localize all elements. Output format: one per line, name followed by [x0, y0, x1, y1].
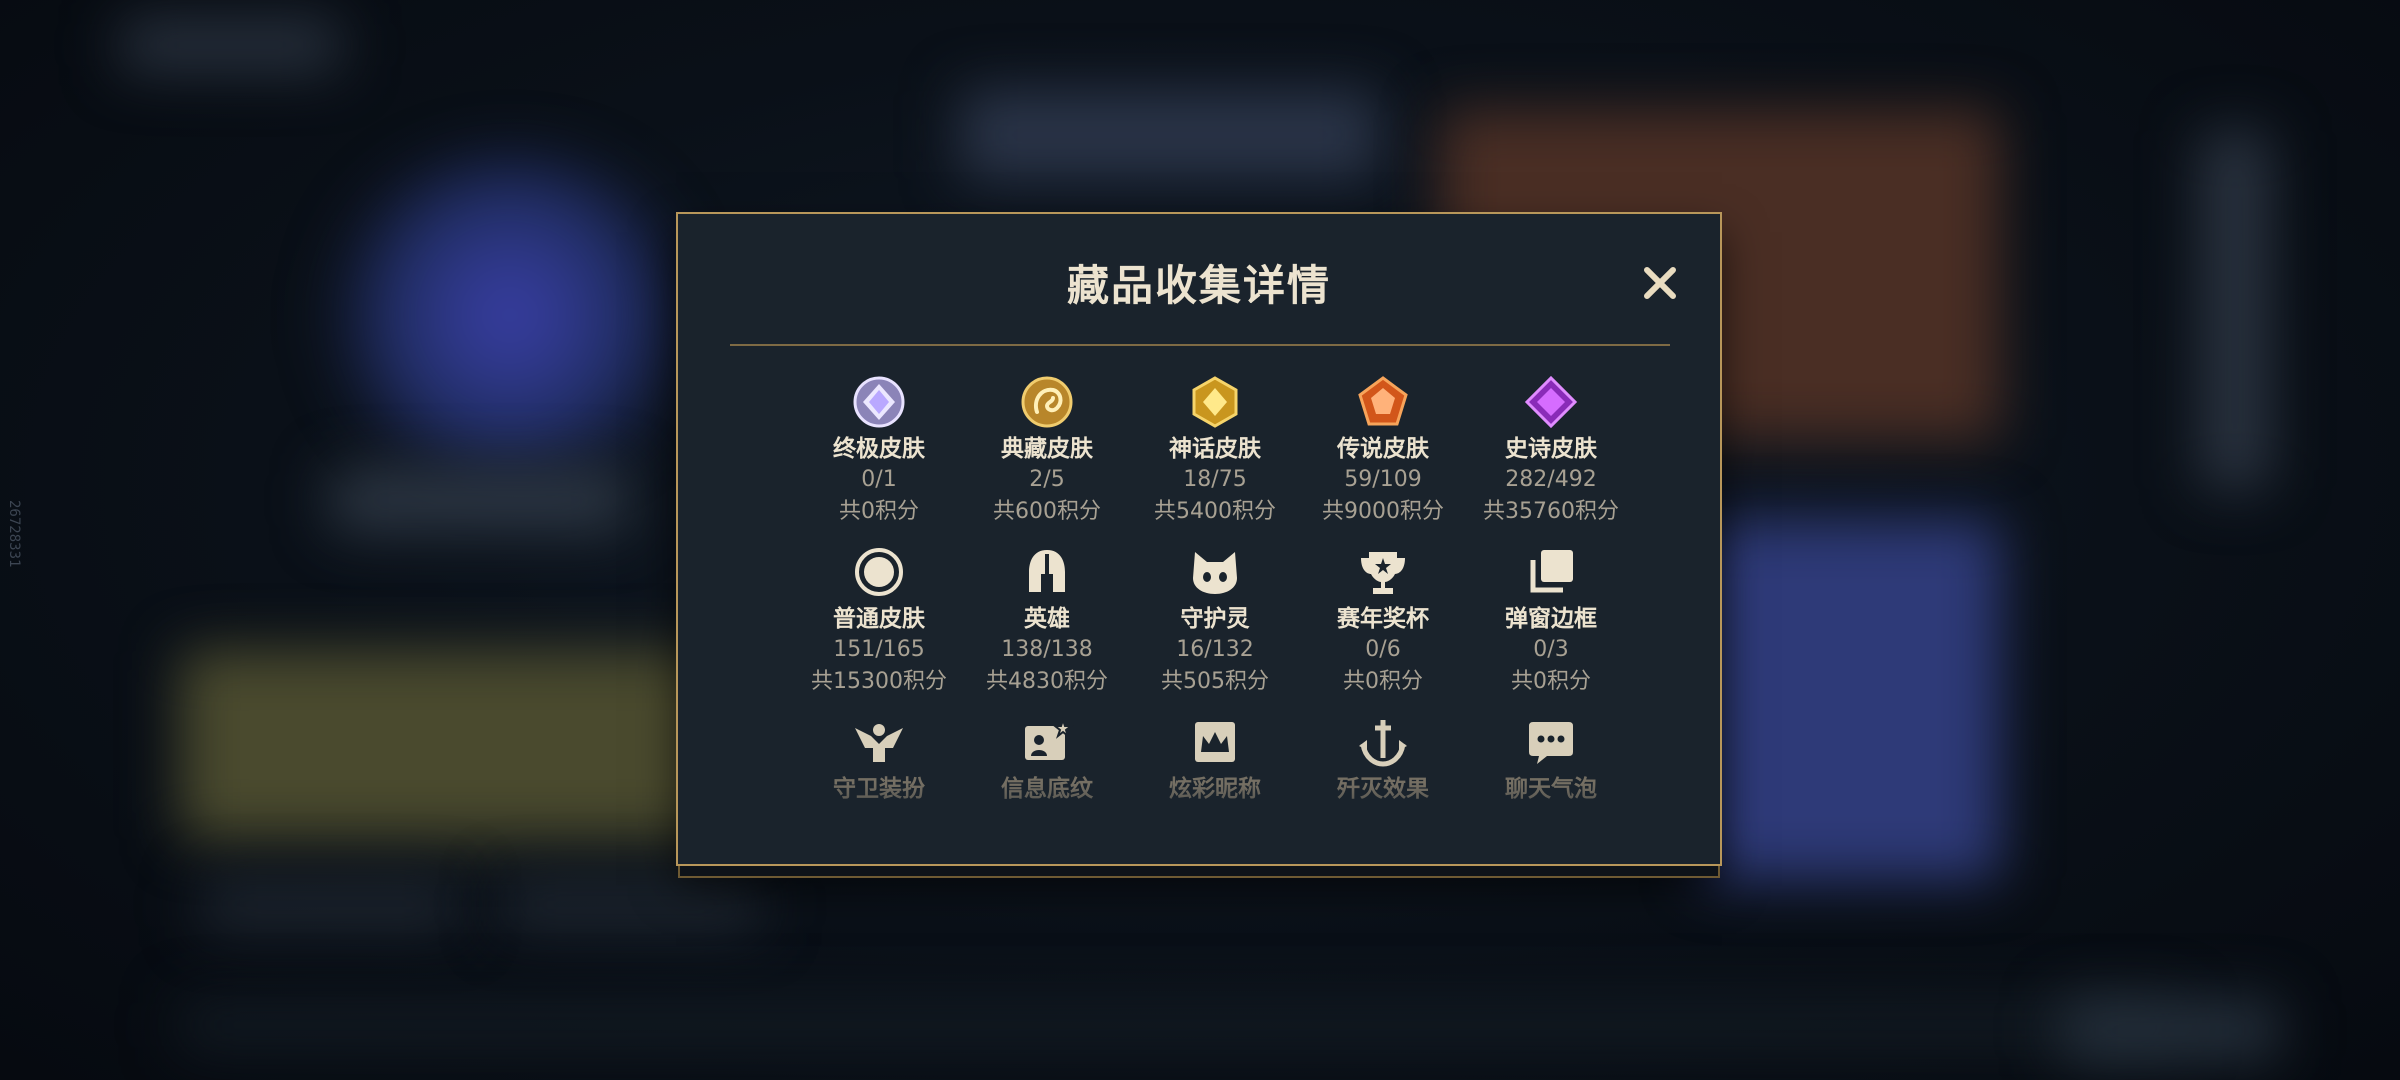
collection-item-common-skin[interactable]: 普通皮肤 151/165 共15300积分 [795, 544, 963, 698]
item-name: 弹窗边框 [1505, 606, 1597, 632]
collection-item-chat-bubble[interactable]: 聊天气泡 [1467, 714, 1635, 804]
collection-item-season-trophy[interactable]: 赛年奖杯 0/6 共0积分 [1299, 544, 1467, 698]
collection-item-guardian[interactable]: 守护灵 16/132 共505积分 [1131, 544, 1299, 698]
prestige-skin-dragon-icon [1021, 376, 1073, 428]
champion-helmet-icon [1029, 550, 1065, 592]
popup-frame-icon [1530, 550, 1573, 593]
item-count: 2/5 [1029, 467, 1065, 492]
item-count: 138/138 [1001, 637, 1093, 662]
item-points: 共0积分 [839, 499, 919, 524]
collection-item-colorful-nickname[interactable]: 炫彩昵称 [1131, 714, 1299, 804]
item-count: 151/165 [833, 637, 925, 662]
epic-skin-gem-icon [1524, 375, 1578, 429]
mythic-skin-gem-icon [1192, 376, 1238, 428]
item-name: 信息底纹 [1001, 776, 1093, 802]
item-name: 赛年奖杯 [1337, 606, 1429, 632]
collection-item-popup-frame[interactable]: 弹窗边框 0/3 共0积分 [1467, 544, 1635, 698]
guardian-outfit-icon [855, 724, 903, 762]
annihilation-effect-icon [1359, 720, 1407, 767]
title-divider [730, 344, 1670, 346]
item-count: 16/132 [1176, 637, 1254, 662]
collection-item-prestige-skin[interactable]: 典藏皮肤 2/5 共600积分 [963, 374, 1131, 528]
item-name: 典藏皮肤 [1001, 436, 1093, 462]
close-button[interactable] [1635, 258, 1685, 308]
item-count: 0/6 [1365, 637, 1401, 662]
item-points: 共35760积分 [1483, 499, 1619, 524]
item-points: 共5400积分 [1154, 499, 1276, 524]
item-count: 0/3 [1533, 637, 1569, 662]
collection-item-epic-skin[interactable]: 史诗皮肤 282/492 共35760积分 [1467, 374, 1635, 528]
item-name: 炫彩昵称 [1169, 776, 1261, 802]
item-name: 普通皮肤 [833, 606, 925, 632]
item-count: 0/1 [861, 467, 897, 492]
item-name: 神话皮肤 [1169, 436, 1261, 462]
dialog-title: 藏品收集详情 [1066, 261, 1331, 310]
item-points: 共0积分 [1511, 669, 1591, 694]
ultimate-skin-gem-icon [853, 376, 905, 428]
item-name: 守护灵 [1180, 606, 1250, 632]
season-trophy-icon [1361, 552, 1405, 594]
collection-item-champion[interactable]: 英雄 138/138 共4830积分 [963, 544, 1131, 698]
close-icon [1644, 267, 1676, 299]
item-points: 共15300积分 [811, 669, 947, 694]
item-count: 18/75 [1183, 467, 1247, 492]
item-count: 282/492 [1505, 467, 1597, 492]
item-name: 聊天气泡 [1505, 776, 1597, 802]
item-points: 共4830积分 [986, 669, 1108, 694]
item-name: 英雄 [1024, 606, 1070, 632]
item-name: 守卫装扮 [833, 776, 925, 802]
item-points: 共0积分 [1343, 669, 1423, 694]
side-id-code: 26728331 [6, 500, 22, 568]
colorful-nickname-icon [1195, 722, 1235, 762]
collection-item-mythic-skin[interactable]: 神话皮肤 18/75 共5400积分 [1131, 374, 1299, 528]
common-skin-ring-icon [855, 548, 903, 596]
item-points: 共9000积分 [1322, 499, 1444, 524]
chat-bubble-icon [1529, 722, 1573, 764]
collection-item-legendary-skin[interactable]: 传说皮肤 59/109 共9000积分 [1299, 374, 1467, 528]
guardian-pet-icon [1193, 552, 1237, 594]
legendary-skin-gem-icon [1358, 376, 1408, 426]
item-points: 共600积分 [993, 499, 1101, 524]
item-name: 歼灭效果 [1337, 776, 1429, 802]
item-name: 传说皮肤 [1337, 436, 1429, 462]
profile-banner-icon [1025, 716, 1074, 760]
collection-details-dialog: 藏品收集详情 终极皮肤 0/1 共0积分 典藏皮肤 2/5 共600积分 神话皮… [676, 212, 1722, 866]
collection-item-annihilation-effect[interactable]: 歼灭效果 [1299, 714, 1467, 804]
collection-item-guardian-outfit[interactable]: 守卫装扮 [795, 714, 963, 804]
collection-item-ultimate-skin[interactable]: 终极皮肤 0/1 共0积分 [795, 374, 963, 528]
item-points: 共505积分 [1161, 669, 1269, 694]
collection-item-profile-banner[interactable]: 信息底纹 [963, 714, 1131, 804]
item-count: 59/109 [1344, 467, 1422, 492]
item-name: 终极皮肤 [833, 436, 925, 462]
item-name: 史诗皮肤 [1505, 436, 1597, 462]
